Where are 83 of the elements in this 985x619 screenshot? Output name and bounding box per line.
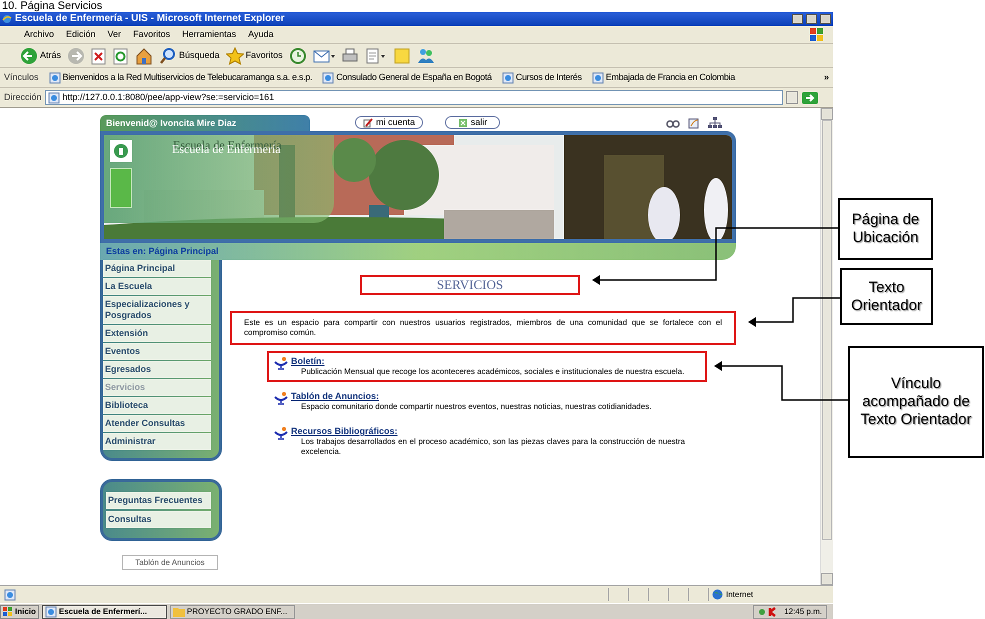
browser-icon [2, 14, 12, 24]
page-icon [48, 72, 61, 84]
section-link[interactable]: Tablón de Anuncios: [291, 391, 379, 402]
pencil-icon [362, 118, 373, 128]
page-icon [322, 72, 334, 84]
nav-item[interactable]: Especializaciones y Posgrados [103, 296, 211, 324]
nav-item[interactable]: Biblioteca [103, 397, 211, 414]
address-label: Dirección [4, 90, 42, 104]
menu-item[interactable]: Edición [66, 28, 96, 42]
nav-item[interactable]: Consultas [106, 511, 211, 528]
favorite-link[interactable]: Bienvenidos a la Red Multiservicios de Telebucaramanga s.a. e.s.p. [48, 70, 312, 84]
close-button[interactable] [820, 14, 831, 24]
scrollbar[interactable] [820, 108, 833, 585]
page-icon [4, 588, 16, 600]
link-description: Los trabajos desarrollados en el proceso académico, son las piezas claves para la construcción de nuestra excelencia. [301, 437, 685, 457]
search-icon [159, 46, 178, 64]
toolbar-button[interactable]: Atrás [20, 46, 62, 66]
address-field[interactable]: http://127.0.0.1:8080/pee/app-view?se:=servicio=161 [44, 90, 783, 105]
document-icon[interactable] [364, 46, 387, 64]
globe-icon [712, 589, 723, 600]
notice-board-button[interactable]: Tablón de Anuncios [122, 555, 218, 570]
page-icon [48, 92, 60, 104]
figure-caption: 10. Página Servicios [1, 0, 104, 12]
menu-item[interactable]: Favoritos [133, 28, 170, 42]
annotation-label: Texto Orientador [840, 268, 933, 325]
sitemap-icon[interactable] [708, 116, 722, 129]
lamp-icon [274, 426, 288, 440]
page-icon [592, 72, 604, 84]
security-zone: Internet [708, 588, 833, 601]
nav-item[interactable]: Egresados [103, 361, 211, 378]
window-title: Escuela de Enfermería - UIS - Microsoft Internet Explorer [15, 13, 285, 25]
link-description: Espacio comunitario donde compartir nuestros eventos, nuestras noticias, nuestras cotidianidades. [301, 402, 652, 412]
school-name: Escuela de Enfermería [172, 143, 281, 155]
lamp-icon [274, 391, 288, 405]
clock: 12:45 p.m. [784, 606, 822, 618]
menu-item[interactable]: Herramientas [182, 28, 236, 42]
exit-icon [458, 118, 468, 128]
annotation-label: Página de Ubicación [838, 198, 933, 260]
taskbar-button[interactable]: PROYECTO GRADO ENF... [170, 604, 295, 618]
nav-item[interactable]: La Escuela [103, 278, 211, 295]
taskbar-button[interactable]: Escuela de Enfermerí... [42, 604, 167, 618]
start-button[interactable]: Inicio [0, 604, 39, 618]
refresh-icon[interactable] [113, 46, 130, 64]
favorite-link[interactable]: Consulado General de España en Bogotá [322, 70, 492, 84]
page-icon [502, 72, 514, 84]
toolbar-button[interactable]: Búsqueda [159, 46, 220, 66]
house-icon[interactable] [135, 46, 154, 64]
printer-icon[interactable] [340, 46, 359, 64]
shield-logo-icon [110, 140, 132, 162]
toolbar-button[interactable]: Favoritos [226, 46, 283, 66]
menu-item[interactable]: Ver [108, 28, 122, 42]
section-link[interactable]: Recursos Bibliográficos: [291, 426, 398, 437]
link-chain-icon[interactable] [666, 120, 680, 128]
people-icon[interactable] [416, 46, 435, 64]
star-icon [226, 46, 244, 64]
folder-icon [172, 606, 185, 616]
annotation-label: Vínculo acompañado de Texto Orientador [848, 346, 984, 458]
page-heading: SERVICIOS [360, 275, 580, 295]
intro-text: Este es un espacio para compartir con nuestros usuarios registrados, miembros de una comunidad que se fortalece con el compromiso común. [230, 311, 736, 345]
page-icon [44, 606, 57, 618]
favorite-link[interactable]: Embajada de Francia en Colombia [592, 70, 735, 84]
breadcrumb-bar: Estas en: Página Principal [100, 243, 736, 260]
more-links-button[interactable]: » [824, 70, 829, 84]
menu-item[interactable]: Archivo [24, 28, 54, 42]
favorite-link[interactable]: Cursos de Interés [502, 70, 582, 84]
windows-logo-icon [3, 606, 13, 616]
badge-panel [110, 168, 132, 208]
menu-item[interactable]: Ayuda [248, 28, 274, 42]
nav-item[interactable]: Página Principal [103, 260, 211, 277]
account-button[interactable]: salir [445, 116, 500, 129]
lamp-icon [274, 356, 288, 370]
account-button[interactable]: mi cuenta [355, 116, 423, 129]
nav-item[interactable]: Extensión [103, 325, 211, 342]
links-label: Vínculos [4, 70, 39, 84]
link-description: Publicación Mensual que recoge los aconteceres académicos, sociales e institucionales de nuestra escuela. [301, 367, 686, 377]
nav-item[interactable]: Atender Consultas [103, 415, 211, 432]
nav-item[interactable]: Preguntas Frecuentes [106, 492, 211, 509]
nav-item[interactable]: Administrar [103, 433, 211, 450]
maximize-button[interactable] [806, 14, 817, 24]
stop-icon[interactable] [91, 46, 108, 64]
nav-item[interactable]: Eventos [103, 343, 211, 360]
section-link[interactable]: Boletín: [291, 356, 324, 367]
minimize-button[interactable] [792, 14, 803, 24]
